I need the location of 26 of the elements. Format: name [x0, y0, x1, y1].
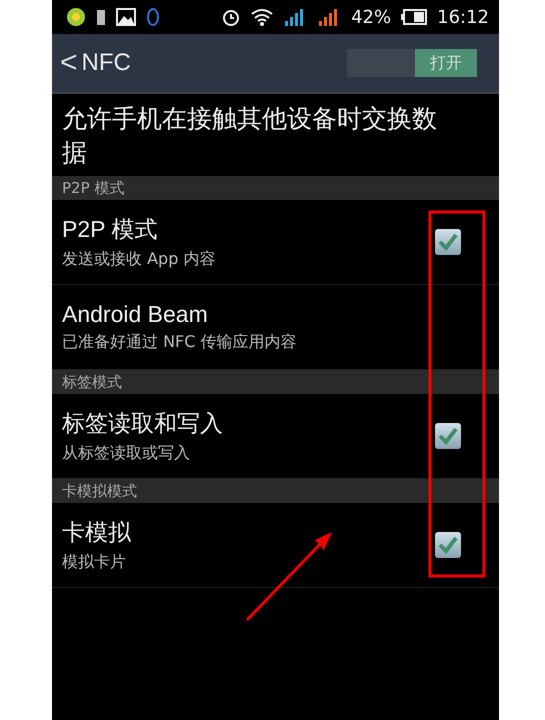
checkbox[interactable] [434, 422, 462, 450]
battery-percent: 42% [351, 6, 392, 28]
setting-summary: 从标签读取或写入 [62, 443, 191, 464]
image-icon [116, 8, 136, 26]
back-button[interactable]: < [60, 46, 78, 80]
setting-row[interactable]: 卡模拟 模拟卡片 [52, 503, 499, 588]
setting-title: 卡模拟 [62, 518, 132, 547]
app-icon [66, 7, 86, 27]
section-header: 标签模式 [52, 370, 499, 394]
alarm-icon [221, 7, 242, 27]
setting-summary: 已准备好通过 NFC 传输应用内容 [62, 332, 298, 353]
setting-row[interactable]: P2P 模式 发送或接收 App 内容 [52, 200, 499, 285]
checkbox[interactable] [434, 531, 462, 559]
setting-summary: 发送或接收 App 内容 [62, 249, 216, 270]
checkbox[interactable] [434, 228, 462, 256]
battery-icon [401, 9, 428, 25]
setting-title: 标签读取和写入 [62, 409, 224, 438]
clock: 16:12 [437, 6, 489, 28]
description: 允许手机在接触其他设备时交换数据 [61, 103, 438, 169]
section-header: 卡模拟模式 [52, 479, 499, 503]
screen-title: NFC [82, 49, 131, 77]
wifi-icon [251, 8, 274, 26]
setting-title: Android Beam [62, 301, 209, 328]
setting-summary: 模拟卡片 [62, 552, 127, 573]
setting-title: P2P 模式 [62, 215, 158, 244]
section-header: P2P 模式 [52, 176, 499, 200]
